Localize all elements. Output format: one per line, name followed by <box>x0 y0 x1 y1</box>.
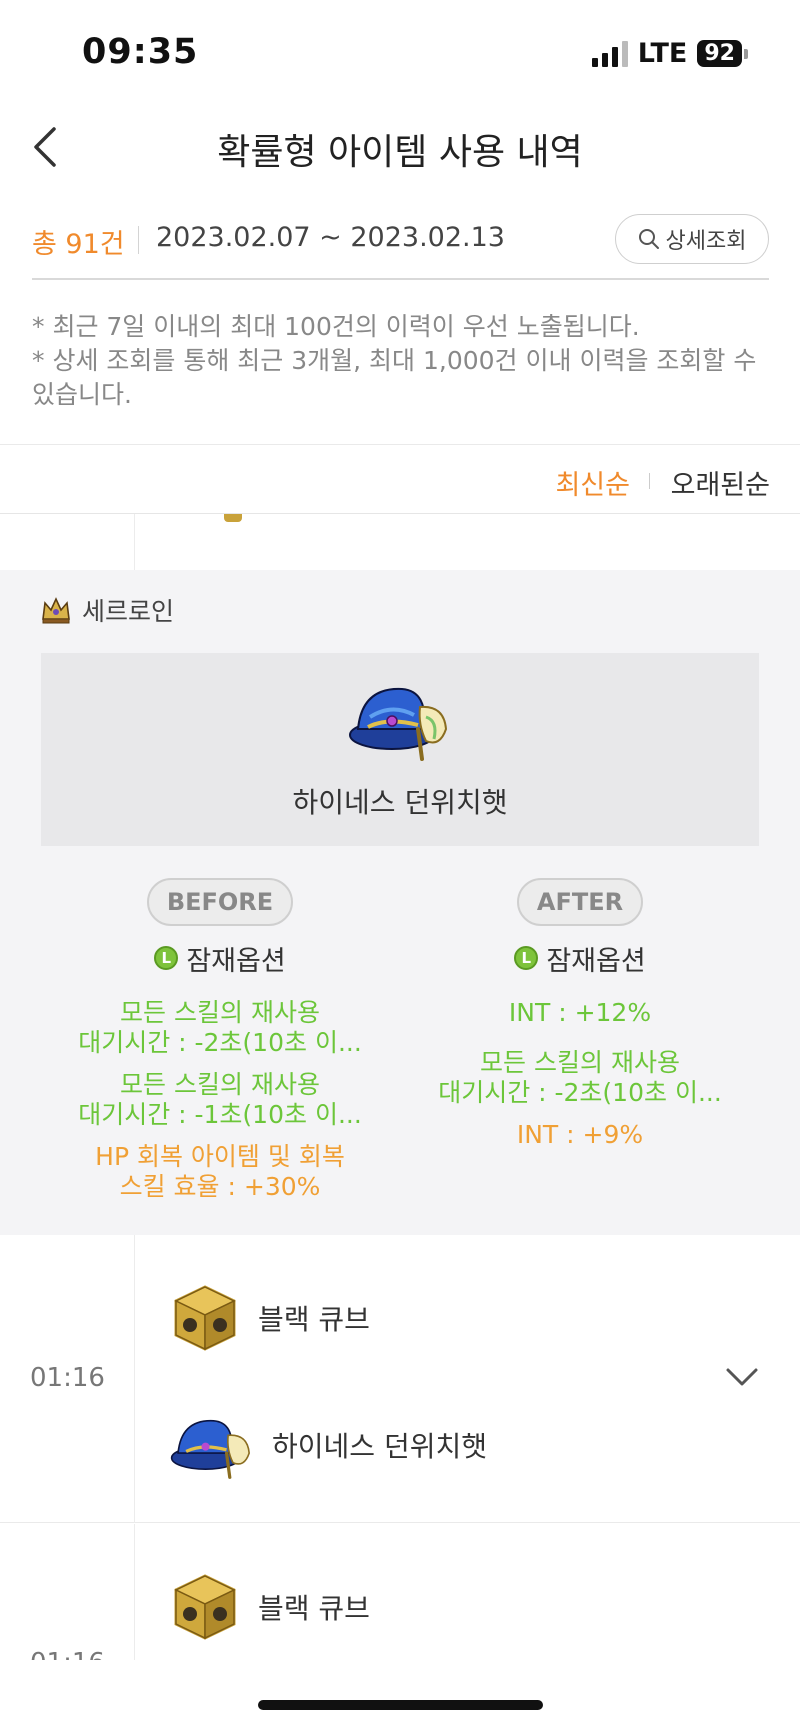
character-info: 세르로인 <box>40 592 174 628</box>
item-entry: 하이네스 던위치햇 <box>170 1411 487 1479</box>
item-card: 하이네스 던위치햇 <box>41 653 759 846</box>
after-badge: AFTER <box>516 878 644 926</box>
black-cube-icon <box>174 1285 236 1351</box>
option-line: INT : +9% <box>516 1120 644 1149</box>
legendary-icon: L <box>514 946 539 970</box>
option-line: 모든 스킬의 재사용 대기시간 : -1초(10초 이... <box>78 1070 362 1129</box>
item-name: 하이네스 던위치햇 <box>292 786 508 819</box>
notice-line: * 최근 7일 이내의 최대 100건의 이력이 우선 노출됩니다. <box>32 312 640 341</box>
option-line: 모든 스킬의 재사용 대기시간 : -2초(10초 이... <box>438 1048 722 1107</box>
divider <box>649 473 650 489</box>
notice-line: * 상세 조회를 통해 최근 3개월, 최대 1,000건 이내 이력을 조회할… <box>32 346 757 409</box>
hat-icon <box>349 687 448 761</box>
summary-bar: 총 91건 2023.02.07 ~ 2023.02.13 상세조회 <box>32 214 769 280</box>
list-item-partial <box>0 514 800 570</box>
list-item[interactable]: 01:16 블랙 큐브 하이네스 던위치햇 <box>0 1235 800 1523</box>
cube-name: 블랙 큐브 <box>258 1592 370 1625</box>
search-icon <box>638 229 659 249</box>
option-line: HP 회복 아이템 및 회복 스킬 효율 : +30% <box>95 1142 345 1201</box>
status-time: 09:35 <box>82 32 199 72</box>
cube-entry: 블랙 큐브 <box>170 1283 370 1353</box>
item-icon <box>224 514 242 522</box>
list-item[interactable]: 01:16 블랙 큐브 <box>0 1524 800 1660</box>
total-count: 총 91건 <box>32 229 125 260</box>
before-options: BEFORE L 잠재옵션 모든 스킬의 재사용 대기시간 : -2초(10초 … <box>40 878 400 1202</box>
header: 확률형 아이템 사용 내역 <box>0 105 800 187</box>
divider <box>138 226 139 254</box>
date-range: 2023.02.07 ~ 2023.02.13 <box>156 222 505 253</box>
signal-icon <box>591 40 628 67</box>
before-badge: BEFORE <box>146 878 294 926</box>
cube-entry: 블랙 큐브 <box>170 1572 370 1642</box>
legendary-icon: L <box>154 946 179 970</box>
cube-name: 블랙 큐브 <box>258 1303 370 1336</box>
hat-icon <box>170 1419 250 1479</box>
page-title: 확률형 아이템 사용 내역 <box>217 132 583 173</box>
chevron-down-icon[interactable] <box>724 1365 760 1389</box>
network-label: LTE <box>637 38 688 69</box>
home-indicator[interactable] <box>258 1700 543 1710</box>
notice-text: * 최근 7일 이내의 최대 100건의 이력이 우선 노출됩니다. * 상세 … <box>32 310 772 412</box>
detail-search-button[interactable]: 상세조회 <box>615 214 769 264</box>
black-cube-icon <box>174 1574 236 1640</box>
potential-label: L 잠재옵션 <box>400 938 760 978</box>
battery-icon: 92 <box>697 40 748 67</box>
crown-icon <box>42 597 70 624</box>
after-options: AFTER L 잠재옵션 INT : +12% 모든 스킬의 재사용 대기시간 … <box>400 878 760 1150</box>
option-line: INT : +12% <box>508 998 652 1027</box>
detail-panel: 세르로인 하이네스 던위치햇 BEFORE L 잠재옵션 모든 스킬의 재사용 … <box>0 570 800 1235</box>
battery-level: 92 <box>697 40 742 67</box>
sort-oldest-button[interactable]: 오래된순 <box>671 463 770 502</box>
sort-latest-button[interactable]: 최신순 <box>555 463 630 502</box>
option-line: 모든 스킬의 재사용 대기시간 : -2초(10초 이... <box>78 998 362 1057</box>
item-name: 하이네스 던위치햇 <box>272 1430 487 1463</box>
status-bar: 09:35 LTE 92 <box>0 0 800 100</box>
status-indicators: LTE 92 <box>591 38 748 69</box>
row-time: 01:16 <box>30 1363 105 1393</box>
detail-search-label: 상세조회 <box>665 229 747 254</box>
potential-label: L 잠재옵션 <box>40 938 400 978</box>
sort-bar: 최신순 오래된순 <box>0 444 800 514</box>
row-time: 01:16 <box>30 1648 105 1660</box>
character-name: 세르로인 <box>82 597 175 626</box>
